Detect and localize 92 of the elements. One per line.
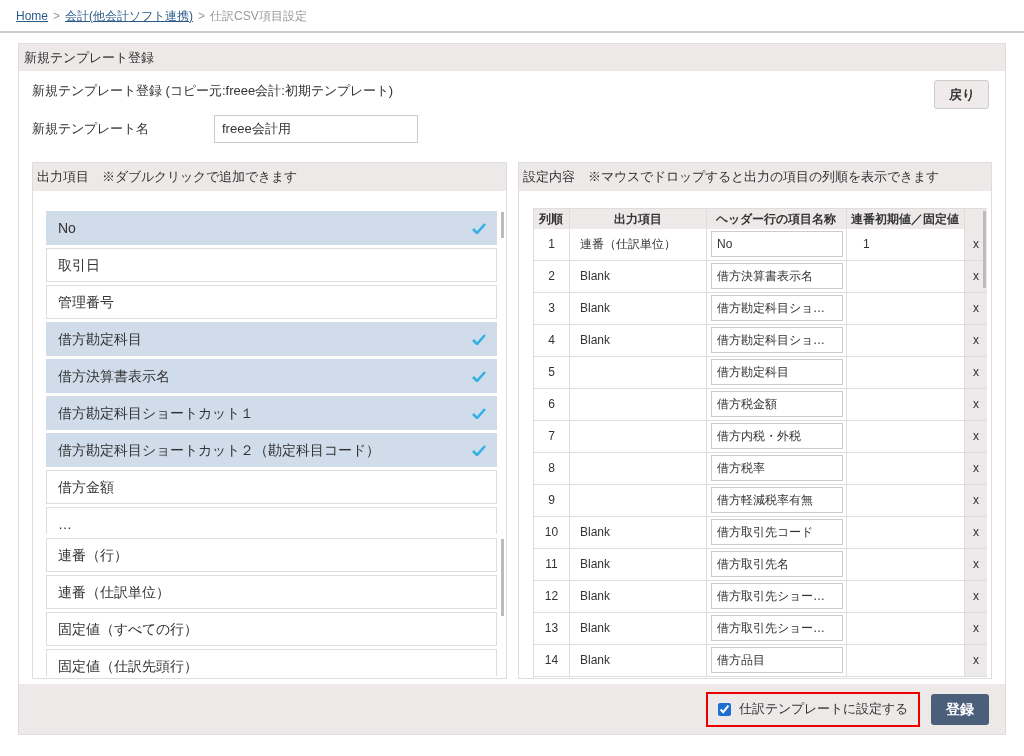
table-cell-text: Blank [580, 332, 610, 350]
list-item[interactable]: No [46, 211, 497, 245]
remove-button[interactable]: x [973, 523, 979, 542]
list-item[interactable]: 借方勘定科目 [46, 322, 497, 356]
template-name-field[interactable]: freee会計用 [214, 115, 418, 143]
header-name-field[interactable]: 借方税金額 [711, 391, 843, 418]
header-name-field[interactable]: No [711, 231, 843, 258]
back-button[interactable]: 戻り [934, 80, 989, 109]
breadcrumb-current: 仕訳CSV項目設定 [210, 7, 307, 25]
breadcrumb-separator: > [198, 7, 206, 25]
remove-button[interactable]: x [973, 491, 979, 510]
table-cell: 3 [534, 292, 570, 324]
panel-header: 出力項目 ※ダブルクリックで追加できます [33, 163, 506, 191]
check-icon [472, 444, 486, 456]
table-cell: 4 [534, 324, 570, 356]
breadcrumb-link[interactable]: Home [16, 6, 48, 25]
column-header: ヘッダー行の項目名称 [707, 208, 847, 229]
table-cell-text: Blank [580, 524, 610, 542]
table-cell: 14 [534, 644, 570, 676]
header-name-field[interactable]: 借方税率 [711, 455, 843, 482]
header-name-field[interactable]: 借方取引先コード [711, 519, 843, 546]
breadcrumb-separator: > [53, 7, 61, 25]
breadcrumb-link[interactable]: 会計(他会計ソフト連携) [65, 6, 194, 25]
table-cell: 13 [534, 612, 570, 644]
table-cell: 1 [534, 228, 570, 260]
remove-button[interactable]: x [973, 267, 979, 286]
table-cell: 12 [534, 580, 570, 612]
table-cell-text: Blank [580, 620, 610, 638]
field-label: 新規テンプレート名 [32, 120, 150, 139]
table-cell: 6 [534, 388, 570, 420]
panel-title: 新規テンプレート登録 [19, 44, 1005, 71]
header-name-field[interactable]: 借方取引先ショー… [711, 615, 843, 642]
remove-button[interactable]: x [973, 459, 979, 478]
table-cell-text: Blank [580, 300, 610, 318]
checkbox-label[interactable]: 仕訳テンプレートに設定する [739, 699, 908, 719]
column-header: 列順 [534, 208, 570, 229]
table-cell: 8 [534, 452, 570, 484]
table-cell-text: Blank [580, 556, 610, 574]
column-header: 連番初期値／固定値 [847, 208, 965, 229]
journal-template-checkbox[interactable] [718, 702, 731, 716]
list-item[interactable]: 借方勘定科目ショートカット２（勘定科目コード） [46, 433, 497, 467]
list-item[interactable]: 借方金額 [46, 470, 497, 504]
check-icon [472, 222, 486, 234]
table-cell-text: 1 [863, 236, 870, 254]
table-cell: 5 [534, 356, 570, 388]
header-name-field[interactable]: 借方内税・外税 [711, 423, 843, 450]
table-cell-text: 連番（仕訳単位） [580, 236, 676, 254]
header-name-field[interactable]: 借方品目 [711, 647, 843, 674]
check-icon [472, 333, 486, 345]
table-cell: 2 [534, 260, 570, 292]
remove-button[interactable]: x [973, 427, 979, 446]
check-icon [472, 370, 486, 382]
remove-button[interactable]: x [973, 587, 979, 606]
list-item[interactable]: 連番（行） [46, 538, 497, 572]
remove-button[interactable]: x [973, 619, 979, 638]
table-cell: 11 [534, 548, 570, 580]
header-name-field[interactable]: 借方決算書表示名 [711, 263, 843, 290]
table-cell: 10 [534, 516, 570, 548]
remove-button[interactable]: x [973, 299, 979, 318]
check-icon [472, 407, 486, 419]
scrollbar[interactable] [501, 212, 504, 238]
list-item[interactable]: 管理番号 [46, 285, 497, 319]
panel-header: 設定内容 ※マウスでドロップすると出力の項目の列順を表示できます [519, 163, 991, 191]
subtitle: 新規テンプレート登録 (コピー元:freee会計:初期テンプレート) [32, 82, 395, 100]
register-button[interactable]: 登録 [931, 693, 989, 725]
header-name-field[interactable]: 借方軽減税率有無 [711, 487, 843, 514]
remove-button[interactable]: x [973, 331, 979, 350]
list-item[interactable]: … [46, 507, 497, 534]
remove-button[interactable]: x [973, 651, 979, 670]
header-name-field[interactable]: 借方取引先名 [711, 551, 843, 578]
scrollbar[interactable] [983, 210, 986, 288]
scrollbar[interactable] [501, 539, 504, 616]
list-item[interactable]: 連番（仕訳単位） [46, 575, 497, 609]
list-item[interactable]: 固定値（すべての行） [46, 612, 497, 646]
header-name-field[interactable]: 借方勘定科目ショ… [711, 295, 843, 322]
remove-button[interactable]: x [973, 235, 979, 254]
table-cell-text: Blank [580, 268, 610, 286]
list-item[interactable]: 固定値（仕訳先頭行） [46, 649, 497, 676]
header-name-field[interactable]: 借方勘定科目 [711, 359, 843, 386]
table-cell: 7 [534, 420, 570, 452]
column-header: 出力項目 [570, 208, 707, 229]
remove-button[interactable]: x [973, 395, 979, 414]
list-item[interactable]: 借方決算書表示名 [46, 359, 497, 393]
remove-button[interactable]: x [973, 555, 979, 574]
table-cell-text: Blank [580, 652, 610, 670]
table-cell-text: Blank [580, 588, 610, 606]
header-name-field[interactable]: 借方取引先ショー… [711, 583, 843, 610]
header-name-field[interactable]: 借方勘定科目ショ… [711, 327, 843, 354]
remove-button[interactable]: x [973, 363, 979, 382]
list-item[interactable]: 借方勘定科目ショートカット１ [46, 396, 497, 430]
table-cell: 9 [534, 484, 570, 516]
list-item[interactable]: 取引日 [46, 248, 497, 282]
